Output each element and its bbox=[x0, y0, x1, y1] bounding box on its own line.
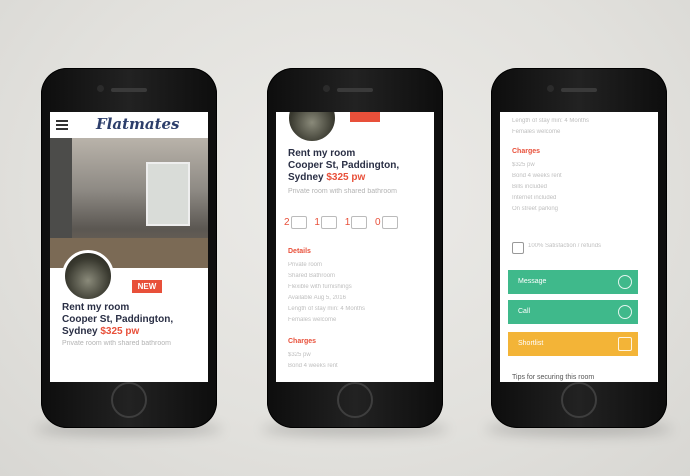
phone-3: Length of stay min: 4 Months Females wel… bbox=[491, 68, 667, 428]
details-item: Length of stay min: 4 Months bbox=[288, 306, 366, 312]
hamburger-menu-icon[interactable] bbox=[56, 120, 68, 130]
scene-background: Flatmates NEW Rent my room Cooper St, Pa… bbox=[0, 0, 690, 476]
front-camera bbox=[97, 85, 104, 92]
person-icon bbox=[351, 216, 368, 229]
new-badge bbox=[350, 112, 380, 122]
charges-item: $325 pw bbox=[288, 352, 311, 358]
listing-title-line1: Rent my room bbox=[62, 302, 130, 313]
details-item: Private room bbox=[288, 262, 323, 268]
charges-heading: Charges bbox=[512, 148, 541, 155]
listing-title-line2: Cooper St, Paddington, bbox=[62, 314, 174, 325]
charges-heading: Charges bbox=[288, 338, 317, 345]
details-item: Females welcome bbox=[512, 129, 561, 135]
earpiece-speaker bbox=[561, 88, 597, 92]
charges-item: Internet included bbox=[512, 195, 557, 201]
listing-title-line3: Sydney $325 pw bbox=[62, 326, 139, 338]
listing-title-line3: Sydney $325 pw bbox=[288, 172, 365, 184]
phone-icon bbox=[618, 305, 632, 319]
details-item: Females welcome bbox=[288, 317, 337, 323]
room-photo[interactable] bbox=[50, 138, 208, 279]
car-icon bbox=[381, 216, 398, 229]
call-button-label: Call bbox=[518, 308, 531, 315]
bath-icon bbox=[320, 216, 337, 229]
screen-listing-actions: Length of stay min: 4 Months Females wel… bbox=[500, 112, 658, 382]
earpiece-speaker bbox=[111, 88, 147, 92]
shortlist-button[interactable]: Shortlist bbox=[508, 332, 638, 356]
listing-subtitle: Private room with shared bathroom bbox=[62, 340, 171, 347]
thumbs-up-icon bbox=[512, 242, 524, 254]
charges-item: On street parking bbox=[512, 206, 559, 212]
details-item: Length of stay min: 4 Months bbox=[512, 118, 590, 124]
chat-bubble-icon bbox=[618, 275, 632, 289]
parking-count: 0 bbox=[375, 217, 381, 229]
listing-price: $325 pw bbox=[326, 172, 366, 183]
message-button[interactable]: Message bbox=[508, 270, 638, 294]
details-item: Flexible with furnishings bbox=[288, 284, 352, 290]
bedrooms-count: 2 bbox=[284, 217, 290, 229]
message-button-label: Message bbox=[518, 278, 547, 285]
listing-subtitle: Private room with shared bathroom bbox=[288, 188, 397, 195]
app-logo[interactable]: Flatmates bbox=[96, 115, 180, 133]
tips-link[interactable]: Tips for securing this room bbox=[512, 374, 594, 381]
charges-item: Bond 4 weeks rent bbox=[288, 363, 338, 369]
home-button[interactable] bbox=[111, 382, 147, 418]
bathrooms-count: 1 bbox=[314, 217, 320, 229]
verified-text: 100% Satisfaction / refunds bbox=[528, 243, 602, 249]
avatar bbox=[62, 250, 114, 302]
screen-listing-top: Flatmates NEW Rent my room Cooper St, Pa… bbox=[50, 112, 208, 382]
listing-city: Sydney bbox=[62, 326, 98, 337]
listing-city: Sydney bbox=[288, 172, 324, 183]
screen-listing-details: Rent my room Cooper St, Paddington, Sydn… bbox=[276, 112, 434, 382]
top-navbar: Flatmates bbox=[50, 112, 208, 138]
bed-icon bbox=[290, 216, 307, 229]
phone-1: Flatmates NEW Rent my room Cooper St, Pa… bbox=[41, 68, 217, 428]
front-camera bbox=[547, 85, 554, 92]
call-button[interactable]: Call bbox=[508, 300, 638, 324]
residents-count: 1 bbox=[344, 217, 351, 229]
earpiece-speaker bbox=[337, 88, 373, 92]
avatar bbox=[286, 112, 338, 144]
details-item: Shared Bathroom bbox=[288, 273, 336, 279]
phone-2: Rent my room Cooper St, Paddington, Sydn… bbox=[267, 68, 443, 428]
listing-title-line2: Cooper St, Paddington, bbox=[288, 160, 400, 171]
charges-item: Bills included bbox=[512, 184, 548, 190]
new-badge: NEW bbox=[132, 280, 162, 293]
charges-item: Bond 4 weeks rent bbox=[512, 173, 562, 179]
grid-icon bbox=[618, 337, 632, 351]
front-camera bbox=[323, 85, 330, 92]
charges-item: $325 pw bbox=[512, 162, 535, 168]
home-button[interactable] bbox=[561, 382, 597, 418]
details-item: Available Aug 5, 2016 bbox=[288, 295, 346, 301]
listing-price: $325 pw bbox=[100, 326, 140, 337]
feature-icons-row: 2 1 1 0 bbox=[284, 216, 403, 229]
listing-title-line1: Rent my room bbox=[288, 148, 356, 159]
details-heading: Details bbox=[288, 248, 311, 255]
shortlist-button-label: Shortlist bbox=[518, 340, 544, 347]
home-button[interactable] bbox=[337, 382, 373, 418]
